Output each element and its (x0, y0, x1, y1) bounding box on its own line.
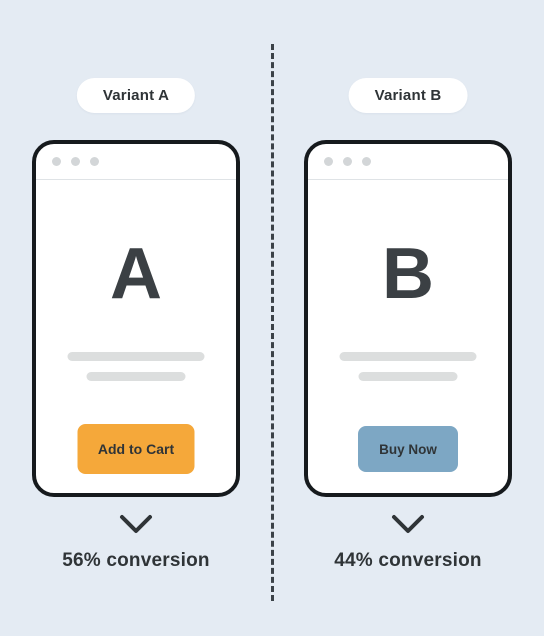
window-dot-icon (343, 157, 352, 166)
variant-a-window-titlebar (36, 144, 236, 180)
variant-b-phone-mockup: B Buy Now (304, 140, 512, 497)
variant-a-screen-body: A Add to Cart (36, 180, 236, 493)
variant-a-badge: Variant A (76, 78, 196, 113)
variant-b-conversion-result: 44% conversion (334, 550, 482, 571)
variant-b-window-titlebar (308, 144, 508, 180)
variant-b-badge: Variant B (348, 78, 468, 113)
placeholder-text-bar (67, 352, 205, 361)
chevron-down-icon (391, 513, 425, 535)
placeholder-text-bar (86, 372, 186, 381)
add-to-cart-button[interactable]: Add to Cart (77, 424, 195, 474)
placeholder-text-bar (358, 372, 458, 381)
variant-a-conversion-result: 56% conversion (62, 550, 210, 571)
placeholder-text-bar (339, 352, 477, 361)
variant-a-screen-letter: A (110, 234, 162, 314)
ab-test-comparison: Variant A A Add to Cart 56% conversion V… (0, 0, 544, 636)
buy-now-button[interactable]: Buy Now (358, 426, 458, 472)
variant-column-a: Variant A A Add to Cart 56% conversion (0, 0, 272, 636)
variant-a-phone-mockup: A Add to Cart (32, 140, 240, 497)
window-dot-icon (362, 157, 371, 166)
window-dot-icon (71, 157, 80, 166)
chevron-down-icon (119, 513, 153, 535)
window-dot-icon (90, 157, 99, 166)
variant-column-b: Variant B B Buy Now 44% conversion (272, 0, 544, 636)
variant-b-screen-letter: B (382, 234, 434, 314)
window-dot-icon (324, 157, 333, 166)
window-dot-icon (52, 157, 61, 166)
variant-b-screen-body: B Buy Now (308, 180, 508, 493)
